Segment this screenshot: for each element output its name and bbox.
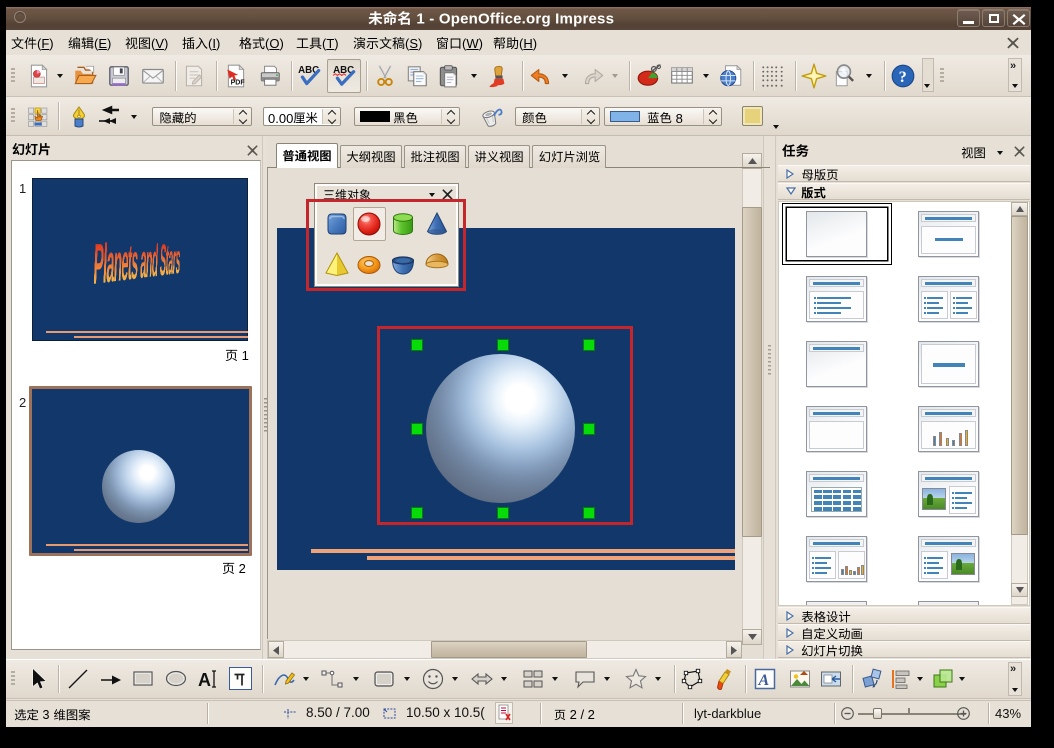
svg-text:A: A [758,672,770,689]
svg-text:?: ? [899,68,907,86]
svg-text:PDF: PDF [231,80,246,87]
svg-text:A: A [198,670,211,690]
